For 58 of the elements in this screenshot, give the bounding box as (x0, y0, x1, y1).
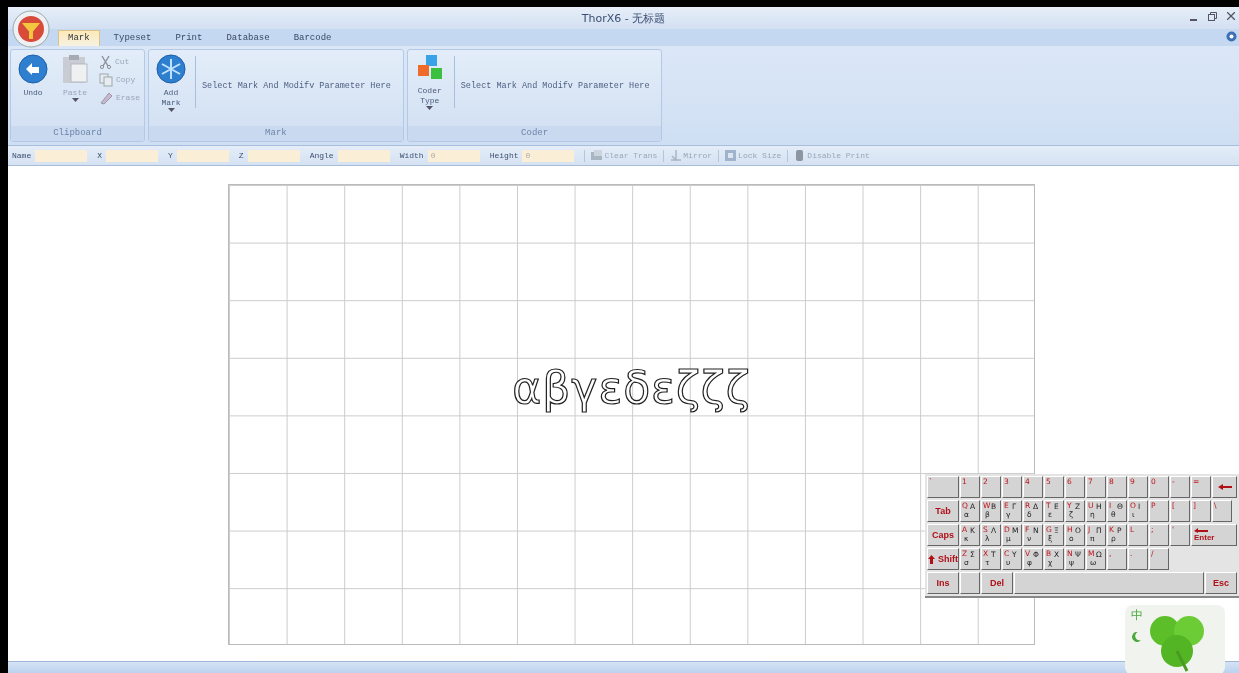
ribbon-tab[interactable]: Barcode (283, 29, 342, 46)
input-field[interactable] (35, 149, 88, 162)
arrow-up-icon (928, 554, 935, 564)
ribbon-tab[interactable]: Print (165, 29, 213, 46)
keyboard-key[interactable] (960, 572, 980, 594)
group-label: Clipboard (11, 125, 144, 141)
field-label: Angle (309, 149, 334, 162)
input-field[interactable] (247, 149, 300, 162)
field-label: Width (399, 149, 424, 162)
cubes-icon (415, 54, 444, 82)
ribbon-button[interactable]: Undo (15, 52, 51, 100)
keyboard-key[interactable]: Esc (1205, 572, 1237, 594)
return-arrow-icon (1194, 528, 1208, 533)
field-label: Name (12, 149, 32, 162)
hint-text: Select Mark And Modifv Parameter Here (195, 56, 399, 108)
canvas-text: αβγεδεζζζ (512, 362, 751, 413)
transform-icon (591, 150, 603, 161)
backspace-key[interactable] (1212, 476, 1237, 498)
input-field[interactable] (337, 149, 390, 162)
eraser-icon (99, 91, 113, 105)
mirror-icon (670, 150, 682, 161)
keyboard-key[interactable]: Ins (927, 572, 959, 594)
moon-icon[interactable] (1131, 632, 1141, 642)
arrow-left-icon (1217, 484, 1232, 490)
hint-text: Select Mark And Modifv Parameter Here (453, 56, 658, 108)
space-key[interactable] (1014, 572, 1204, 594)
ribbon-tab[interactable]: Database (216, 29, 280, 46)
caret-icon (426, 106, 434, 111)
field-label: Height (489, 149, 519, 162)
restore-icon[interactable] (1208, 12, 1217, 21)
clipboard-icon (60, 54, 90, 84)
group-label: Coder (407, 125, 662, 141)
ribbon-button[interactable]: Coder Type (411, 52, 448, 113)
input-field[interactable] (176, 149, 229, 162)
input-field[interactable] (106, 149, 158, 162)
caret-icon (71, 98, 79, 103)
ribbon-button[interactable]: Add Mark (153, 52, 189, 115)
ime-mode-label[interactable]: 中 (1125, 605, 1143, 624)
help-icon[interactable] (1226, 31, 1237, 42)
field-label: X (97, 149, 102, 162)
ribbon-tab[interactable]: Typeset (103, 29, 162, 46)
scissors-icon (99, 55, 112, 69)
keyboard-key[interactable]: Caps (927, 524, 959, 546)
keyboard-key[interactable]: Shift (927, 548, 959, 570)
group-label: Mark (149, 125, 403, 141)
window-title: ThorX6 - 无标题 (581, 10, 666, 26)
caret-icon (167, 108, 175, 113)
close-icon[interactable] (1227, 12, 1235, 20)
keyboard-key[interactable]: Del (981, 572, 1013, 594)
ribbon-tab[interactable]: Mark (58, 29, 100, 46)
field-label: Y (168, 149, 173, 162)
asterisk-disc-icon (156, 54, 186, 84)
undo-icon (18, 54, 48, 84)
keyboard-key[interactable]: Tab (927, 500, 959, 522)
keyboard-key[interactable]: Enter (1191, 524, 1237, 546)
copy-icon (99, 73, 113, 87)
lock-size-icon (725, 150, 737, 161)
field-label: Z (238, 149, 244, 162)
